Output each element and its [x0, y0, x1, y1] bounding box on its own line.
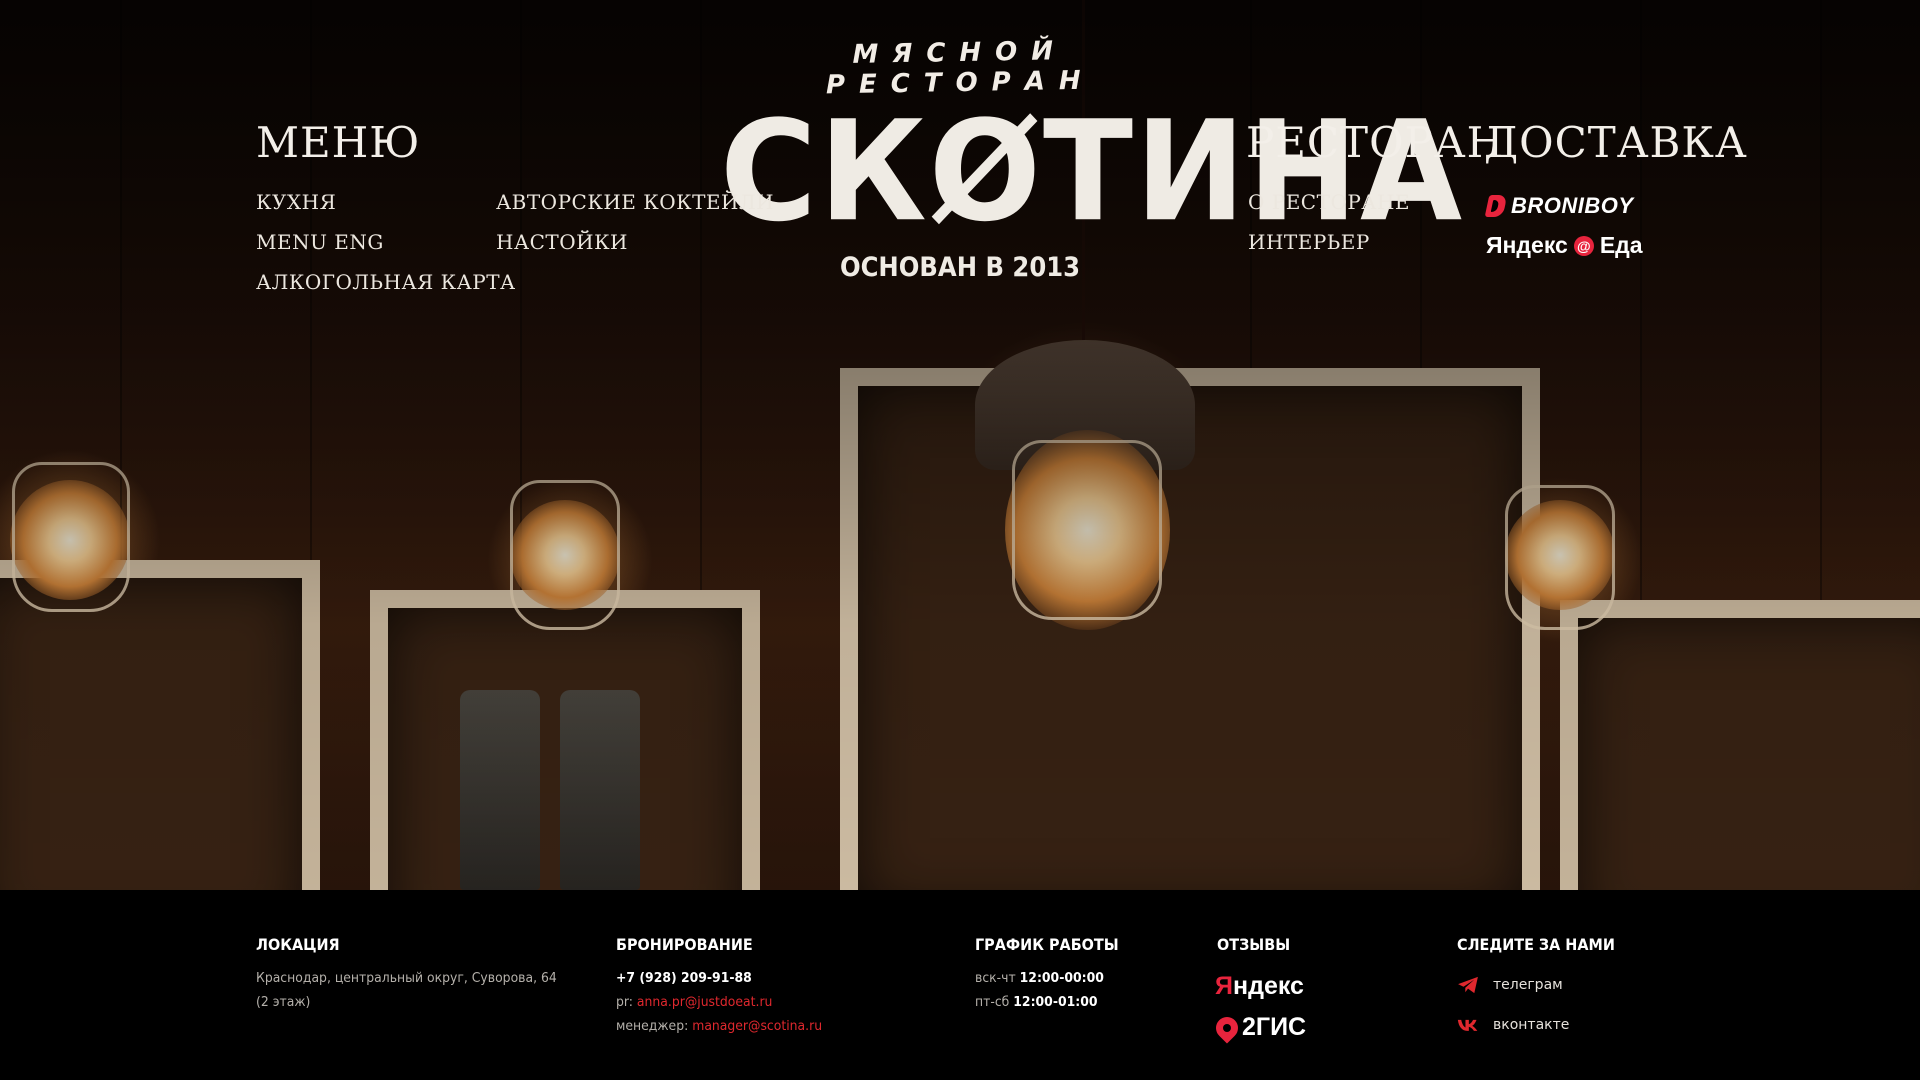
- manager-email-link[interactable]: manager@scotina.ru: [692, 1018, 822, 1034]
- restaurant-title: РЕСТОРАН: [1246, 118, 1505, 167]
- booking-manager-row: менеджер: manager@scotina.ru: [616, 1018, 822, 1034]
- vk-label: вконтакте: [1493, 1017, 1570, 1033]
- yandex-rest: ндекс: [1232, 972, 1304, 1000]
- footer-address-floor: (2 этаж): [256, 994, 311, 1010]
- restaurant-link-about[interactable]: О РЕСТОРАНЕ: [1248, 190, 1410, 214]
- footer-reviews-title: ОТЗЫВЫ: [1217, 935, 1291, 954]
- 2gis-label: 2ГИС: [1242, 1013, 1307, 1041]
- broniboy-icon: [1484, 195, 1508, 217]
- yandex-review-link[interactable]: Яндекс: [1215, 972, 1304, 1001]
- yandex-eda-icon: @: [1573, 235, 1594, 256]
- footer-schedule-title: ГРАФИК РАБОТЫ: [975, 935, 1119, 954]
- 2gis-pin-icon: [1211, 1011, 1243, 1044]
- yandex-logo: Яндекс: [1215, 972, 1304, 1001]
- manager-label: менеджер:: [616, 1018, 689, 1034]
- footer-location-title: ЛОКАЦИЯ: [256, 935, 340, 954]
- telegram-label: телеграм: [1493, 977, 1563, 993]
- schedule-time: 12:00-01:00: [1013, 994, 1098, 1010]
- footer-address: Краснодар, центральный округ, Суворова, …: [256, 970, 557, 986]
- menu-link-nastoyki[interactable]: НАСТОЙКИ: [496, 230, 628, 254]
- vk-icon: [1457, 1019, 1478, 1031]
- pr-label: pr:: [616, 994, 633, 1010]
- yandex-letter: Я: [1215, 972, 1233, 1000]
- yandex-eda-link[interactable]: Яндекс @ Еда: [1486, 232, 1643, 259]
- telegram-link[interactable]: телеграм: [1457, 976, 1563, 994]
- schedule-days: вск-чт: [975, 970, 1016, 986]
- schedule-row-1: вск-чт 12:00-00:00: [975, 970, 1104, 986]
- menu-title: МЕНЮ: [256, 118, 421, 167]
- menu-link-kitchen[interactable]: КУХНЯ: [256, 190, 336, 214]
- yandex-eda-right: Еда: [1599, 232, 1643, 258]
- pr-email-link[interactable]: anna.pr@justdoeat.ru: [637, 994, 773, 1010]
- broniboy-label: BRONIBOY: [1511, 193, 1634, 218]
- restaurant-link-interior[interactable]: ИНТЕРЬЕР: [1248, 230, 1370, 254]
- schedule-row-2: пт-сб 12:00-01:00: [975, 994, 1098, 1010]
- delivery-title: ДОСТАВКА: [1484, 118, 1748, 167]
- footer-booking-title: БРОНИРОВАНИЕ: [616, 935, 753, 954]
- broniboy-link[interactable]: BRONIBOY: [1484, 193, 1634, 219]
- menu-link-alcohol[interactable]: АЛКОГОЛЬНАЯ КАРТА: [256, 270, 516, 294]
- booking-pr-row: pr: anna.pr@justdoeat.ru: [616, 994, 772, 1010]
- menu-link-cocktails[interactable]: АВТОРСКИЕ КОКТЕЙЛИ: [496, 190, 774, 214]
- booking-phone[interactable]: +7 (928) 209-91-88: [616, 970, 752, 986]
- menu-link-eng[interactable]: MENU ENG: [256, 230, 384, 254]
- footer: ЛОКАЦИЯ Краснодар, центральный округ, Су…: [0, 890, 1920, 1080]
- logo-founded: ОСНОВАН В 2013: [839, 252, 1081, 283]
- 2gis-review-link[interactable]: 2ГИС: [1211, 1011, 1307, 1044]
- restaurant-logo[interactable]: МЯСНОЙ РЕСТОРАН СКØТИНА ОСНОВАН В 2013: [720, 36, 1465, 283]
- vk-link[interactable]: вконтакте: [1457, 1016, 1569, 1034]
- schedule-time: 12:00-00:00: [1019, 970, 1104, 986]
- yandex-eda-left: Яндекс: [1486, 232, 1568, 258]
- logo-title: СКØТИНА: [720, 91, 1465, 253]
- telegram-icon: [1458, 976, 1478, 994]
- schedule-days: пт-сб: [975, 994, 1010, 1010]
- footer-follow-title: СЛЕДИТЕ ЗА НАМИ: [1457, 935, 1615, 954]
